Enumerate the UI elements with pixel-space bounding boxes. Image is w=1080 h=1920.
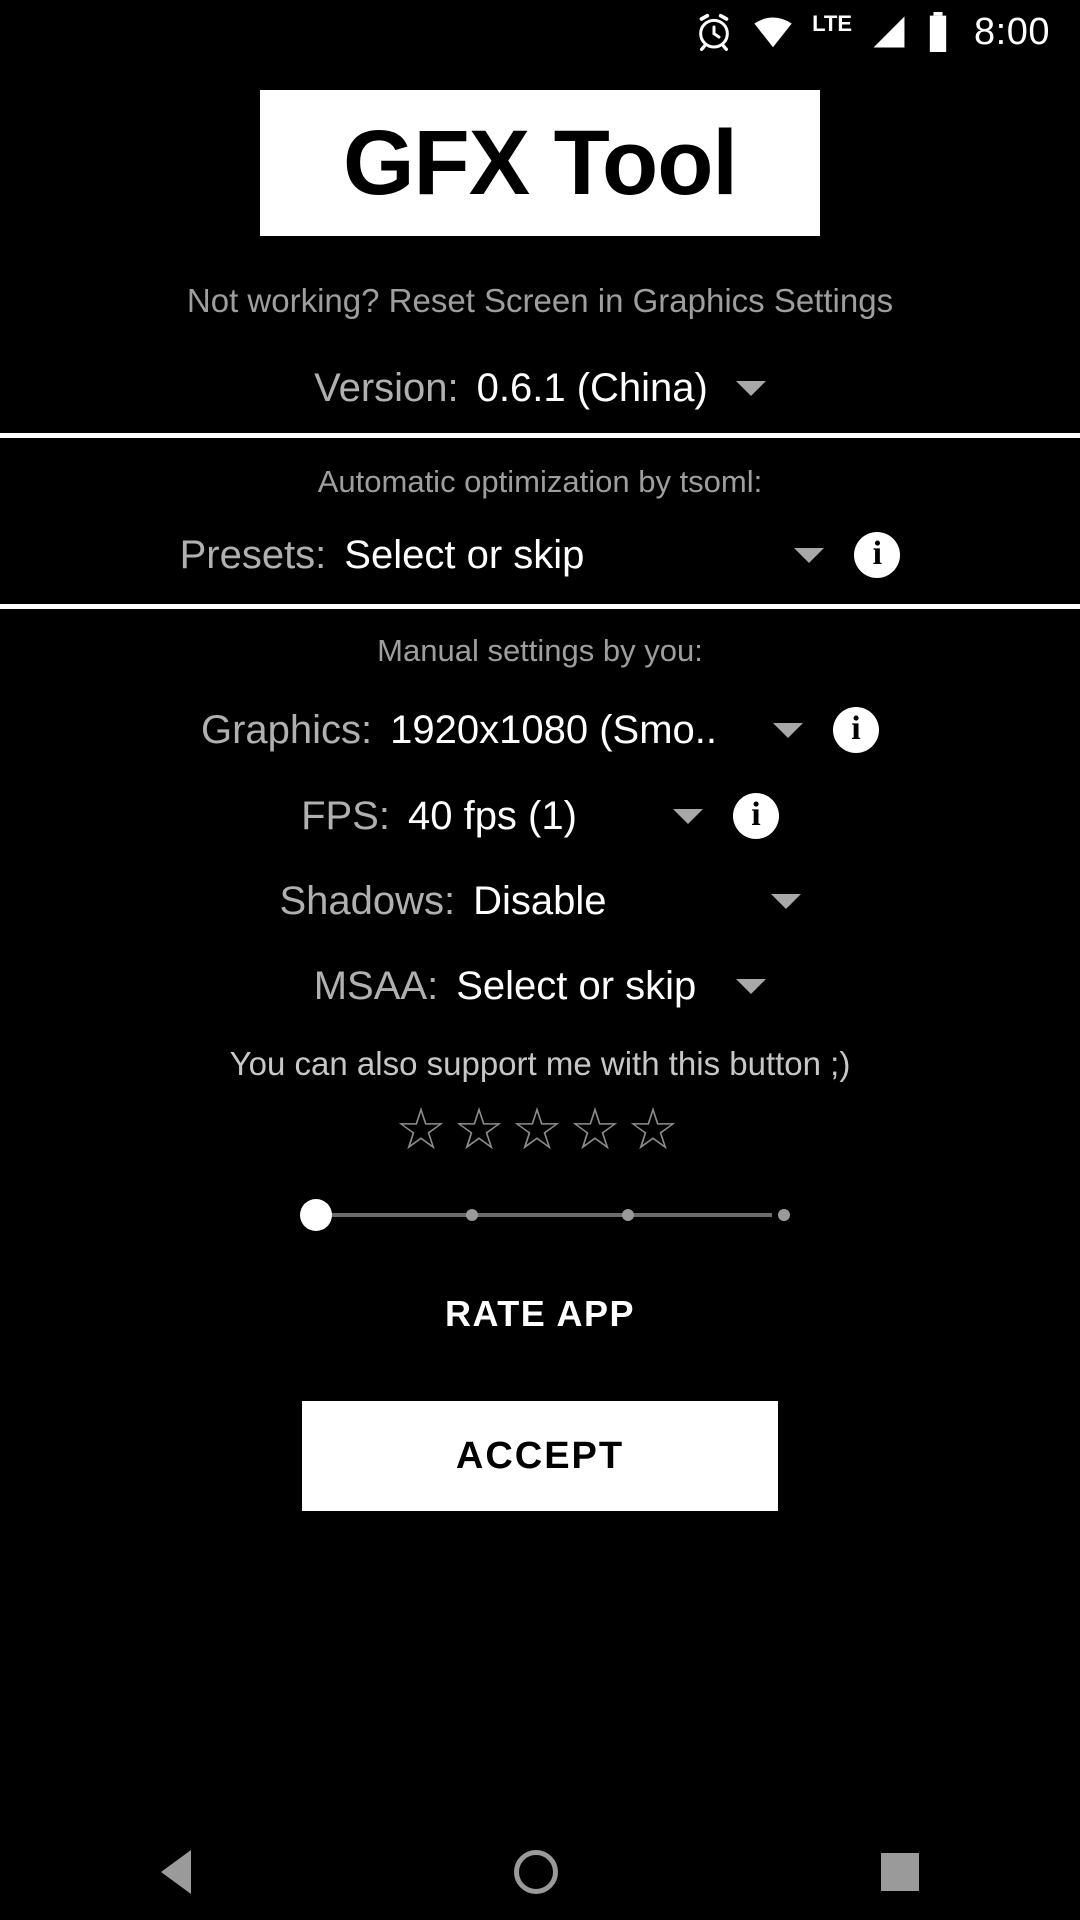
chevron-down-icon[interactable] (736, 979, 767, 994)
msaa-label: MSAA: (313, 964, 439, 1008)
version-row: Version: 0.6.1 (China) (0, 366, 1080, 411)
signal-icon (870, 15, 908, 49)
status-bar: LTE 8:00 (0, 0, 1080, 64)
info-icon[interactable]: i (854, 532, 901, 578)
presets-value: Select or skip (344, 532, 585, 577)
chevron-down-icon[interactable] (735, 381, 766, 396)
graphics-row: Graphics: 1920x1080 (Smo.. i (0, 707, 1080, 753)
app-banner-box: GFX Tool (260, 90, 820, 236)
recents-icon[interactable] (880, 1853, 919, 1891)
msaa-spinner[interactable]: Select or skip (456, 964, 767, 1009)
chevron-down-icon[interactable] (773, 722, 804, 738)
slider-thumb[interactable] (300, 1199, 332, 1231)
lte-label: LTE (812, 11, 853, 36)
manual-settings-panel: Manual settings by you: Graphics: 1920x1… (0, 609, 1080, 1511)
auto-optimization-panel: Automatic optimization by tsoml: Presets… (0, 438, 1080, 604)
presets-label: Presets: (179, 532, 327, 577)
chevron-down-icon[interactable] (672, 808, 703, 824)
graphics-spinner[interactable]: 1920x1080 (Smo.. (390, 707, 804, 753)
info-icon[interactable]: i (732, 793, 779, 839)
star-rating[interactable]: ☆☆☆☆☆ (0, 1101, 1080, 1159)
app-banner: GFX Tool (0, 90, 1080, 236)
slider-tick (622, 1209, 634, 1221)
accept-button[interactable]: ACCEPT (302, 1401, 778, 1511)
msaa-value: Select or skip (456, 964, 697, 1008)
slider-tick (778, 1209, 790, 1221)
graphics-label: Graphics: (200, 707, 373, 752)
reset-hint: Not working? Reset Screen in Graphics Se… (186, 282, 894, 319)
battery-icon (926, 12, 950, 52)
app-title: GFX Tool (342, 112, 738, 214)
shadows-spinner[interactable]: Disable (473, 879, 801, 924)
status-clock: 8:00 (974, 10, 1050, 53)
alarm-icon (694, 12, 734, 52)
lte-icon: LTE (812, 13, 852, 43)
rate-app-button[interactable]: RATE APP (0, 1293, 1080, 1335)
slider-tick (466, 1209, 478, 1221)
fps-label: FPS: (301, 793, 390, 838)
support-text: You can also support me with this button… (229, 1045, 851, 1082)
version-label: Version: (314, 366, 459, 410)
accept-button-wrap: ACCEPT (0, 1401, 1080, 1511)
graphics-value: 1920x1080 (Smo.. (390, 707, 718, 752)
shadows-row: Shadows: Disable (0, 879, 1080, 924)
manual-caption: Manual settings by you: (377, 633, 703, 668)
rating-slider[interactable] (300, 1185, 790, 1245)
fps-spinner[interactable]: 40 fps (1) (408, 794, 703, 839)
info-icon-glyph: i (751, 796, 761, 833)
chevron-down-icon[interactable] (794, 547, 825, 563)
fps-row: FPS: 40 fps (1) i (0, 793, 1080, 839)
presets-row: Presets: Select or skip i (0, 532, 1080, 578)
info-icon-glyph: i (851, 710, 861, 747)
back-icon[interactable] (161, 1850, 192, 1894)
version-spinner[interactable]: 0.6.1 (China) (477, 366, 766, 411)
info-icon-glyph: i (872, 535, 883, 572)
chevron-down-icon[interactable] (770, 894, 801, 909)
app-screen: LTE 8:00 GFX Tool Not working? Reset Scr… (0, 0, 1080, 1920)
slider-track (308, 1213, 772, 1217)
navigation-bar (0, 1824, 1080, 1920)
wifi-icon (752, 15, 794, 49)
version-value: 0.6.1 (China) (476, 366, 708, 410)
shadows-label: Shadows: (279, 879, 456, 923)
presets-spinner[interactable]: Select or skip (344, 532, 825, 578)
info-icon[interactable]: i (833, 707, 880, 753)
shadows-value: Disable (473, 879, 607, 923)
msaa-row: MSAA: Select or skip (0, 964, 1080, 1009)
fps-value: 40 fps (1) (407, 793, 577, 838)
home-icon[interactable] (513, 1850, 558, 1894)
auto-caption: Automatic optimization by tsoml: (317, 464, 763, 499)
version-panel: GFX Tool Not working? Reset Screen in Gr… (0, 64, 1080, 433)
